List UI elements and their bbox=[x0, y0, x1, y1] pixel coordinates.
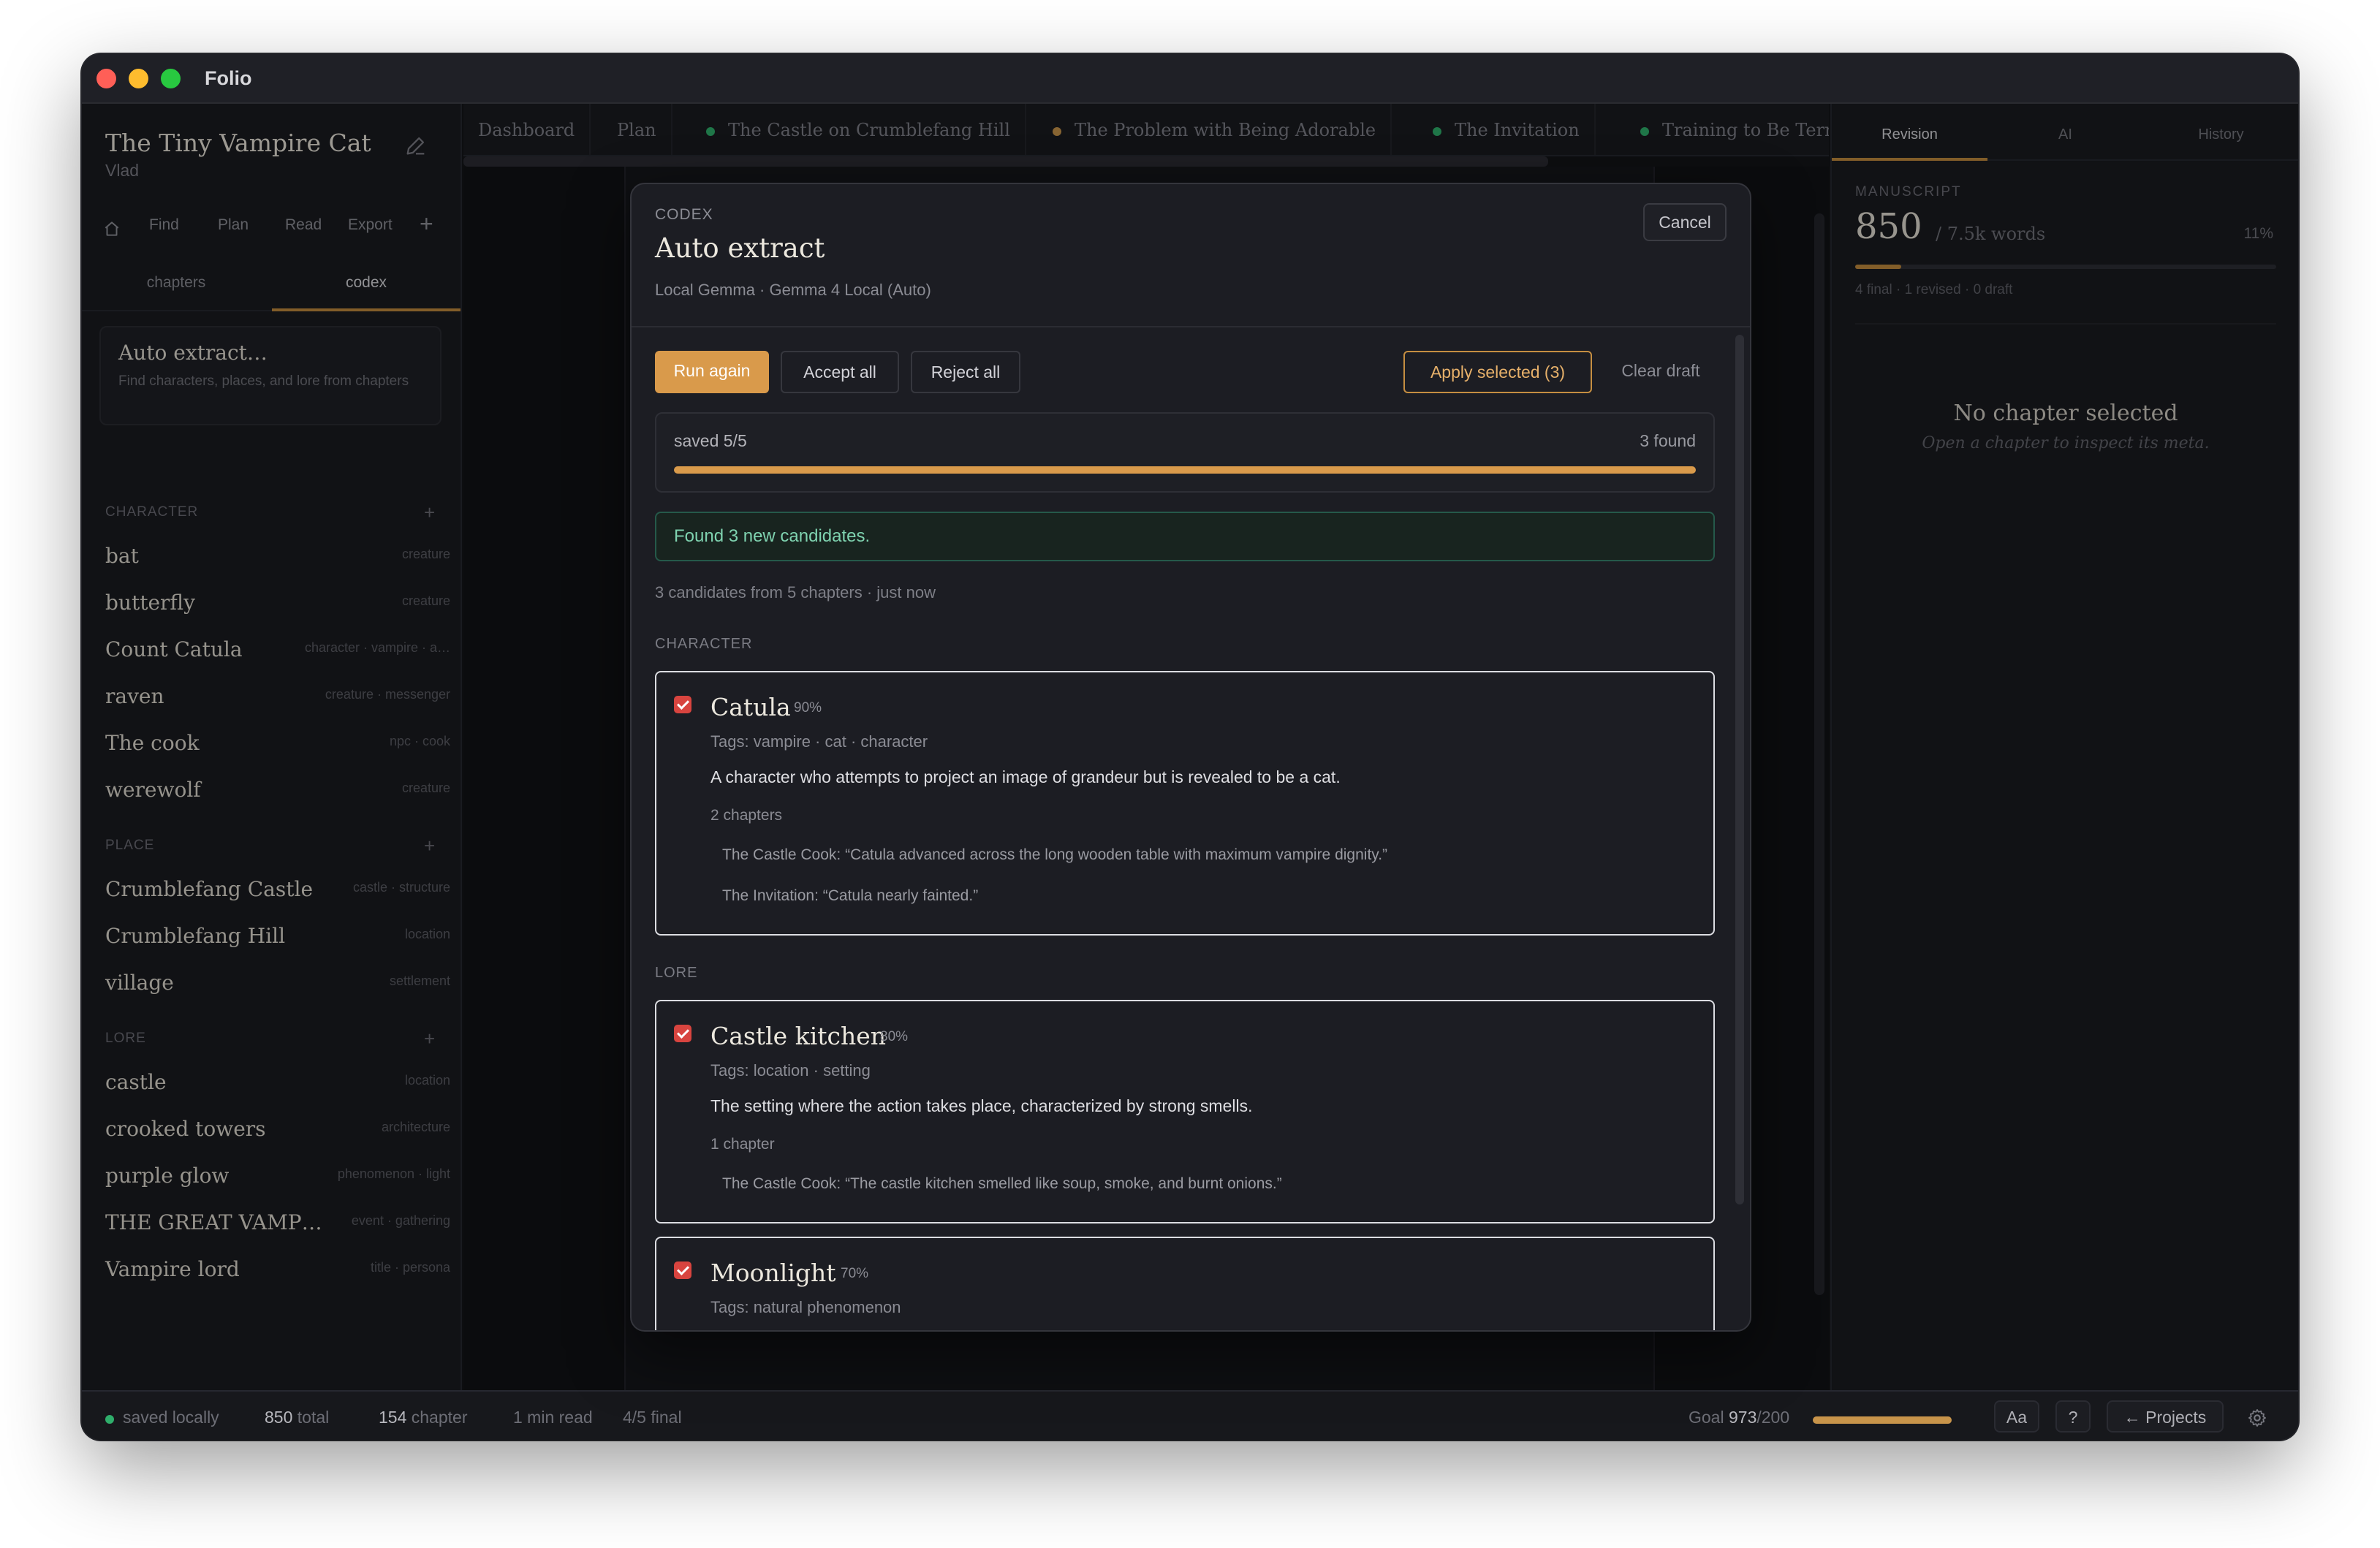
candidate-chapter-count: 1 chapter bbox=[710, 1136, 775, 1153]
candidate-name: Castle kitchen bbox=[710, 1022, 887, 1050]
candidate-description: The setting where the action takes place… bbox=[710, 1096, 1253, 1115]
candidate-quote: The Castle Cook: “Catula advanced across… bbox=[722, 846, 1388, 863]
cancel-button[interactable]: Cancel bbox=[1643, 203, 1727, 241]
candidate-name: Moonlight bbox=[710, 1259, 836, 1287]
candidate-checkbox[interactable] bbox=[674, 1025, 691, 1042]
clear-draft-button[interactable]: Clear draft bbox=[1607, 351, 1715, 393]
group-lore-heading: LORE bbox=[655, 965, 698, 981]
candidate-confidence: 80% bbox=[880, 1029, 909, 1044]
dialog-label: CODEX bbox=[655, 206, 713, 223]
auto-extract-dialog: CODEX Auto extract Local Gemma · Gemma 4… bbox=[630, 183, 1751, 1332]
candidate-card[interactable]: Castle kitchen 80% Tags: location · sett… bbox=[655, 1000, 1715, 1223]
candidate-tags: Tags: location · setting bbox=[710, 1061, 871, 1080]
status-bar: saved locally 850 total 154 chapter 1 mi… bbox=[82, 1390, 2298, 1440]
goal-readout: Goal 973/200 bbox=[1689, 1408, 1790, 1427]
dialog-title: Auto extract bbox=[655, 232, 825, 264]
candidate-checkbox[interactable] bbox=[674, 696, 691, 713]
candidate-card[interactable]: Moonlight 70% Tags: natural phenomenon bbox=[655, 1237, 1715, 1330]
candidate-quote: The Invitation: “Catula nearly fainted.” bbox=[722, 887, 979, 904]
candidate-quote: The Castle Cook: “The castle kitchen sme… bbox=[722, 1175, 1282, 1192]
progress-found: 3 found bbox=[1640, 431, 1696, 450]
help-button[interactable]: ? bbox=[2055, 1400, 2091, 1433]
candidate-confidence: 90% bbox=[794, 700, 822, 716]
progress-fill bbox=[674, 466, 1696, 474]
group-character-heading: CHARACTER bbox=[655, 636, 753, 652]
reject-all-button[interactable]: Reject all bbox=[911, 351, 1020, 393]
candidates-meta: 3 candidates from 5 chapters · just now bbox=[655, 583, 936, 602]
dialog-body: Run again Accept all Reject all Apply se… bbox=[632, 327, 1750, 1330]
candidate-description: A character who attempts to project an i… bbox=[710, 767, 1341, 786]
close-window-button[interactable] bbox=[96, 69, 116, 88]
chapter-words: 154 chapter bbox=[379, 1408, 468, 1427]
progress-bar bbox=[674, 466, 1696, 474]
title-bar: Folio bbox=[82, 54, 2298, 104]
final-count: 4/5 final bbox=[623, 1408, 682, 1427]
minimize-window-button[interactable] bbox=[129, 69, 148, 88]
run-again-button[interactable]: Run again bbox=[655, 351, 769, 393]
goal-progress-fill bbox=[1813, 1416, 1952, 1424]
candidate-name: Catula bbox=[710, 693, 791, 721]
candidate-chapter-count: 2 chapters bbox=[710, 807, 783, 824]
app-title: Folio bbox=[205, 67, 252, 89]
candidate-checkbox[interactable] bbox=[674, 1261, 691, 1279]
found-notice: Found 3 new candidates. bbox=[655, 512, 1715, 561]
progress-status: saved 5/5 bbox=[674, 431, 747, 450]
candidate-confidence: 70% bbox=[841, 1266, 869, 1281]
read-time: 1 min read bbox=[513, 1408, 593, 1427]
dialog-model: Local Gemma · Gemma 4 Local (Auto) bbox=[655, 281, 931, 299]
candidate-tags: Tags: vampire · cat · character bbox=[710, 732, 928, 751]
saved-status: saved locally bbox=[123, 1408, 219, 1427]
candidate-tags: Tags: natural phenomenon bbox=[710, 1298, 901, 1316]
goal-progress-bar bbox=[1813, 1416, 1952, 1424]
zoom-window-button[interactable] bbox=[161, 69, 181, 88]
gear-icon[interactable] bbox=[2247, 1408, 2267, 1428]
dialog-scrollbar[interactable] bbox=[1735, 335, 1744, 1204]
projects-button[interactable]: ← Projects bbox=[2107, 1400, 2224, 1433]
extract-progress: saved 5/5 3 found bbox=[655, 412, 1715, 493]
total-words: 850 total bbox=[265, 1408, 330, 1427]
apply-selected-button[interactable]: Apply selected (3) bbox=[1403, 351, 1592, 393]
saved-status-dot-icon bbox=[105, 1415, 114, 1424]
font-settings-button[interactable]: Aa bbox=[1994, 1400, 2039, 1433]
app-window: Folio The Tiny Vampire Cat Vlad Find Pla… bbox=[82, 54, 2298, 1440]
accept-all-button[interactable]: Accept all bbox=[781, 351, 899, 393]
candidate-card[interactable]: Catula 90% Tags: vampire · cat · charact… bbox=[655, 671, 1715, 936]
